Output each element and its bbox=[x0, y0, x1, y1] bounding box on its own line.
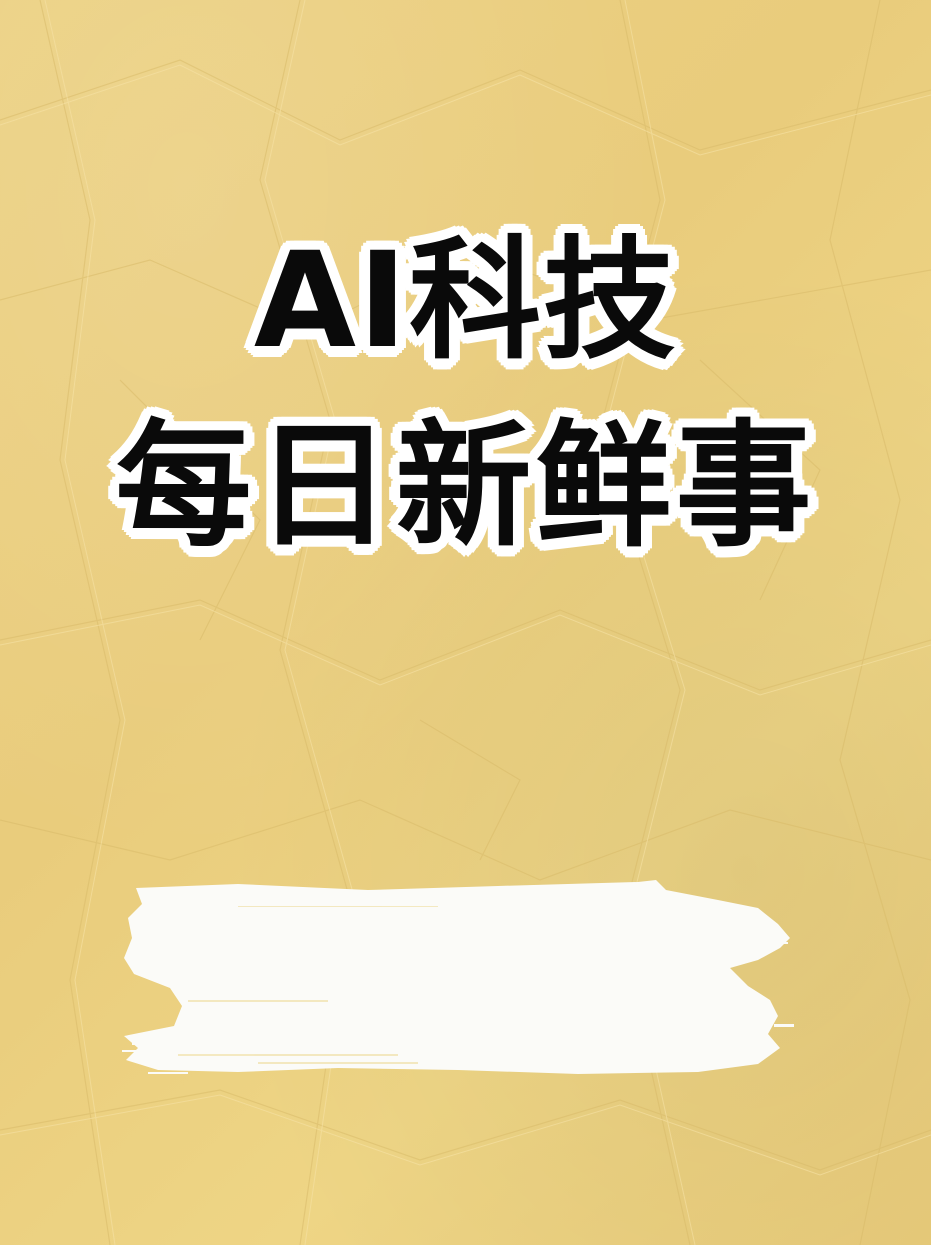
poster-canvas: AI科技 每日新鲜事 bbox=[0, 0, 931, 1245]
title-line-2: 每日新鲜事 bbox=[115, 408, 816, 566]
title-line-1: AI科技 bbox=[253, 224, 678, 378]
white-paint-brush-stroke bbox=[122, 880, 794, 1074]
